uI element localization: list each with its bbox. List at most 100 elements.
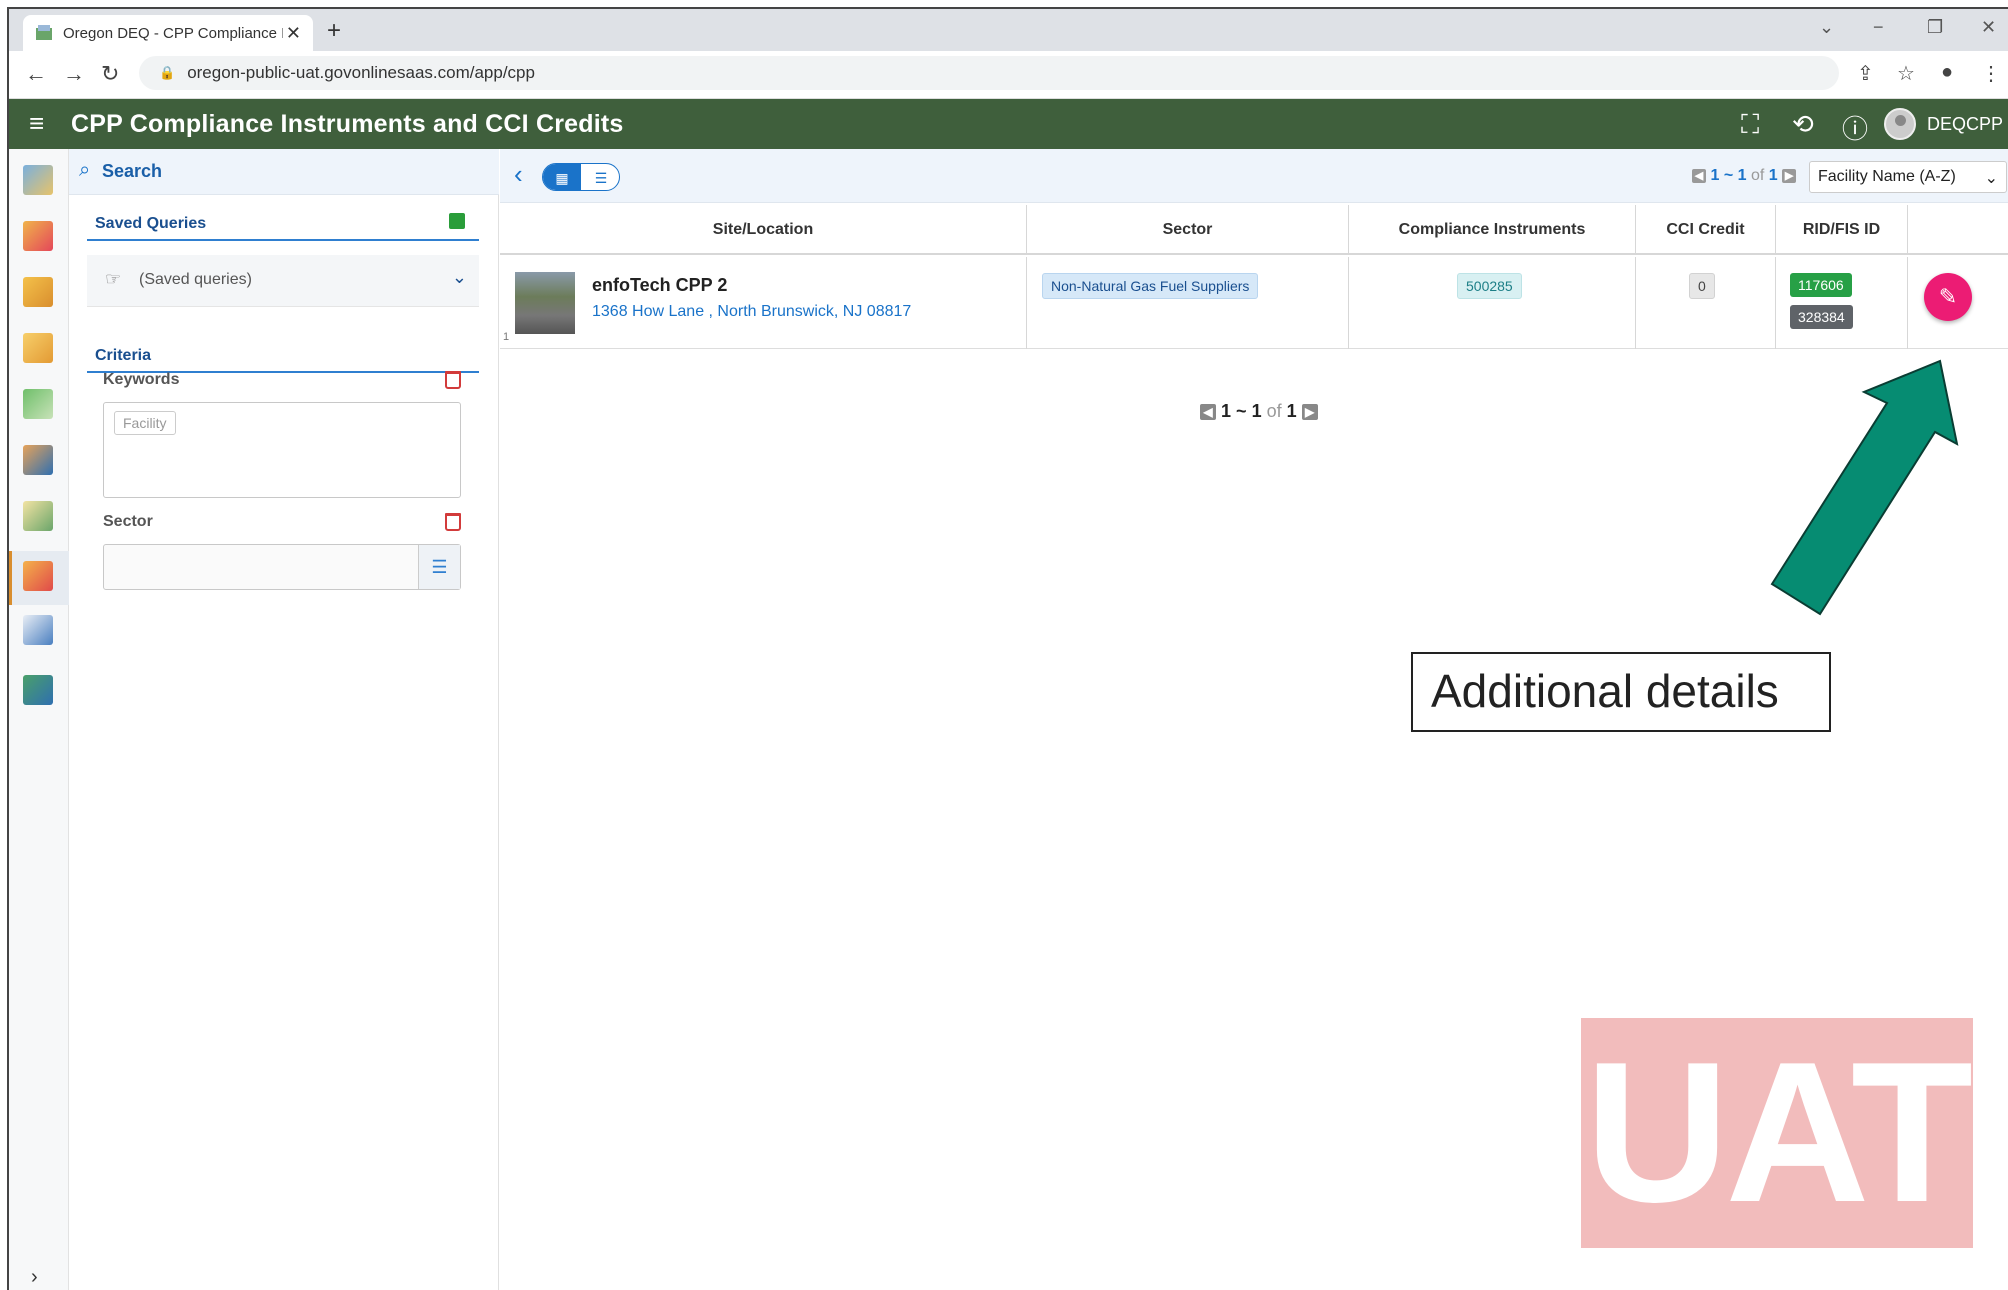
annotation-arrow-icon [1770,359,1959,616]
search-icon: ⌕ [79,159,91,181]
cell-sector: Non-Natural Gas Fuel Suppliers [1027,257,1349,349]
keywords-input[interactable]: Facility [103,402,461,498]
collapse-panel-icon[interactable]: ‹ [514,159,523,190]
address-bar: ← → ↻ 🔒 oregon-public-uat.govonlinesaas.… [9,51,2008,99]
table-row[interactable]: 1 enfoTech CPP 2 1368 How Lane , North B… [500,257,2008,349]
more-menu-icon[interactable]: ⋮ [1981,61,2001,86]
avatar[interactable] [1884,108,1916,140]
user-name[interactable]: DEQCPP [1927,114,2003,135]
col-actions [1908,205,2008,255]
app-header: ≡ CPP Compliance Instruments and CCI Cre… [9,99,2008,149]
pager-of: of [1750,167,1765,184]
transfer-icon[interactable] [23,445,53,475]
criteria-header: Criteria [87,337,479,373]
bookmark-star-icon[interactable]: ☆ [1897,61,1915,86]
sector-label: Sector [103,513,153,530]
url-text: oregon-public-uat.govonlinesaas.com/app/… [187,63,535,82]
col-cci-credit[interactable]: CCI Credit [1636,205,1776,255]
ledger-icon[interactable] [23,389,53,419]
saved-queries-label: Saved Queries [95,215,207,232]
share-icon[interactable]: ⇪ [1857,61,1874,86]
keywords-label: Keywords [103,371,180,388]
close-window-button[interactable]: ✕ [1981,17,1996,38]
top-pager: ◀ 1 ~ 1 of 1 ▶ [1692,167,1797,185]
browser-tab[interactable]: Oregon DEQ - CPP Compliance I ✕ [23,15,313,51]
fis-id-badge: 328384 [1790,305,1853,329]
search-report-icon[interactable] [23,615,53,645]
sector-input[interactable]: ☰ [103,544,461,590]
dashboard-icon[interactable] [23,165,53,195]
clear-sector-trash-icon[interactable] [445,513,461,531]
col-sector[interactable]: Sector [1027,205,1349,255]
criteria-label: Criteria [95,347,152,364]
cell-rid-fis-id: 117606 328384 [1776,257,1908,349]
sector-badge: Non-Natural Gas Fuel Suppliers [1042,273,1259,299]
new-tab-button[interactable]: + [327,17,341,45]
tab-close-icon[interactable]: ✕ [286,23,301,44]
facility-icon[interactable] [23,675,53,705]
report-icon[interactable] [23,501,53,531]
pager-end: 1 [1251,401,1262,421]
keyword-chip: Facility [114,411,176,435]
chevron-down-icon: ⌄ [451,267,467,287]
minimize-button[interactable]: − [1873,17,1884,38]
search-header[interactable]: ⌕ Search [69,149,499,195]
grid-view-icon[interactable]: ▦ [543,164,581,190]
history-icon[interactable]: ⟲ [1792,109,1814,140]
new-application-icon[interactable] [23,221,53,251]
facility-name: enfoTech CPP 2 [592,275,728,295]
expand-rail-icon[interactable]: › [31,1266,38,1289]
reload-button[interactable]: ↻ [101,61,119,87]
pager-total: 1 [1768,167,1778,184]
sort-select[interactable]: Facility Name (A-Z) ⌄ [1809,161,2007,193]
col-compliance-instruments[interactable]: Compliance Instruments [1349,205,1636,255]
cell-site-location: 1 enfoTech CPP 2 1368 How Lane , North B… [500,257,1027,349]
hamburger-menu-icon[interactable]: ≡ [29,108,44,139]
prev-page-icon[interactable]: ◀ [1200,404,1216,421]
forward-button[interactable]: → [63,61,85,87]
next-page-icon[interactable]: ▶ [1301,404,1318,421]
saved-queries-header: Saved Queries [87,205,479,241]
facility-photo[interactable] [515,272,575,334]
col-site-location[interactable]: Site/Location [500,205,1027,255]
annotation-callout: Additional details [1411,652,1831,732]
help-icon[interactable]: ⓘ [1842,109,1868,146]
document-icon[interactable] [23,333,53,363]
uat-watermark: UAT [1581,1018,1973,1248]
facility-address-link[interactable]: 1368 How Lane , North Brunswick, NJ 0881… [592,303,911,321]
results-toolbar: ‹ ▦ ☰ ◀ 1 ~ 1 of 1 ▶ Facility Name (A-Z)… [500,149,2008,203]
back-button[interactable]: ← [25,61,47,87]
page-title: CPP Compliance Instruments and CCI Credi… [71,110,624,138]
next-page-icon[interactable]: ▶ [1782,168,1797,183]
left-rail: › [9,149,69,1290]
url-field[interactable]: 🔒 oregon-public-uat.govonlinesaas.com/ap… [139,56,1839,90]
col-rid-fis-id[interactable]: RID/FIS ID [1776,205,1908,255]
favicon-icon [36,25,52,40]
edit-pencil-button[interactable]: ✎ [1924,273,1972,321]
sector-list-icon[interactable]: ☰ [418,545,460,589]
edit-document-icon[interactable] [23,277,53,307]
view-toggle: ▦ ☰ [542,163,620,191]
search-header-label: Search [102,161,163,181]
save-icon[interactable] [449,213,465,229]
pager-sep: ~ [1723,167,1734,184]
sort-value: Facility Name (A-Z) [1818,168,1956,185]
pager-start: 1 [1710,167,1720,184]
thumbs-up-icon: ☞ [105,269,122,289]
prev-page-icon[interactable]: ◀ [1692,168,1706,183]
compliance-icon[interactable] [23,561,53,591]
pager-sep: ~ [1236,401,1247,421]
profile-icon[interactable]: ● [1941,61,1953,84]
rid-badge: 117606 [1790,273,1852,297]
lock-icon: 🔒 [159,65,176,80]
fullscreen-icon[interactable]: ⛶ [1741,109,1759,141]
compliance-instrument-badge[interactable]: 500285 [1457,273,1522,299]
tab-title: Oregon DEQ - CPP Compliance I [63,24,283,42]
search-panel: ⌕ Search Saved Queries ☞ (Saved queries)… [69,149,499,1290]
restore-button[interactable]: ❐ [1927,17,1943,38]
clear-keywords-trash-icon[interactable] [445,371,461,389]
tab-search-icon[interactable]: ⌄ [1819,17,1834,38]
saved-queries-select[interactable]: ☞ (Saved queries) ⌄ [87,255,479,307]
list-view-icon[interactable]: ☰ [582,164,619,190]
page: Oregon DEQ - CPP Compliance I ✕ + ⌄ − ❐ … [0,0,2008,1290]
